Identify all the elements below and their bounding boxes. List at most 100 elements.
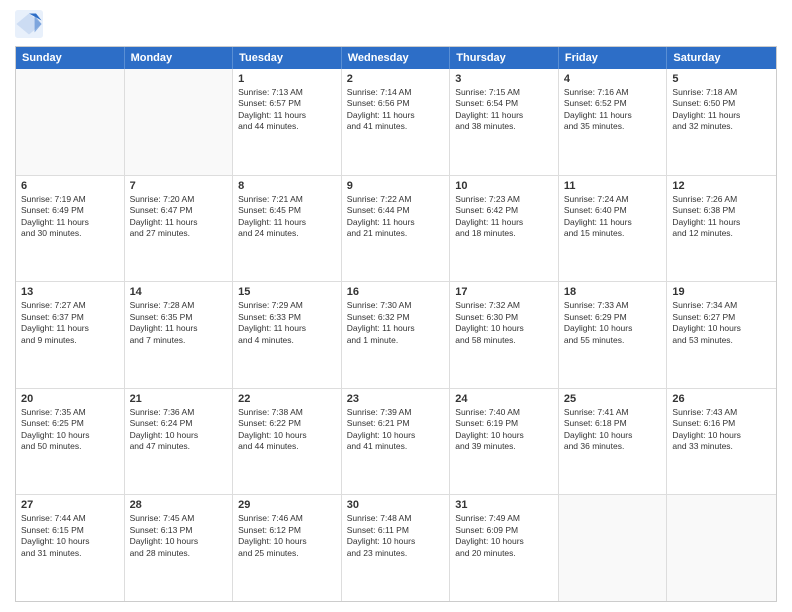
cell-info-line: Sunset: 6:57 PM xyxy=(238,98,336,109)
cell-info-line: Daylight: 10 hours xyxy=(21,536,119,547)
cell-info-line: and 50 minutes. xyxy=(21,441,119,452)
cell-info-line: and 30 minutes. xyxy=(21,228,119,239)
cell-info-line: and 7 minutes. xyxy=(130,335,228,346)
day-number: 12 xyxy=(672,180,771,192)
day-number: 20 xyxy=(21,393,119,405)
cell-info-line: Sunrise: 7:22 AM xyxy=(347,194,445,205)
day-number: 21 xyxy=(130,393,228,405)
day-cell-1: 1Sunrise: 7:13 AMSunset: 6:57 PMDaylight… xyxy=(233,69,342,175)
cell-info-line: Sunrise: 7:44 AM xyxy=(21,513,119,524)
day-number: 22 xyxy=(238,393,336,405)
empty-cell xyxy=(559,495,668,601)
cell-info-line: Sunrise: 7:39 AM xyxy=(347,407,445,418)
day-cell-21: 21Sunrise: 7:36 AMSunset: 6:24 PMDayligh… xyxy=(125,389,234,495)
cell-info-line: and 32 minutes. xyxy=(672,121,771,132)
day-number: 8 xyxy=(238,180,336,192)
calendar-row-5: 27Sunrise: 7:44 AMSunset: 6:15 PMDayligh… xyxy=(16,494,776,601)
calendar-row-4: 20Sunrise: 7:35 AMSunset: 6:25 PMDayligh… xyxy=(16,388,776,495)
cell-info-line: and 44 minutes. xyxy=(238,441,336,452)
cell-info-line: Sunset: 6:37 PM xyxy=(21,312,119,323)
cell-info-line: Daylight: 11 hours xyxy=(238,110,336,121)
cell-info-line: Sunset: 6:30 PM xyxy=(455,312,553,323)
cell-info-line: Sunrise: 7:41 AM xyxy=(564,407,662,418)
cell-info-line: Sunrise: 7:46 AM xyxy=(238,513,336,524)
day-number: 5 xyxy=(672,73,771,85)
cell-info-line: Sunrise: 7:38 AM xyxy=(238,407,336,418)
logo-icon xyxy=(15,10,43,38)
cell-info-line: Daylight: 11 hours xyxy=(347,323,445,334)
day-number: 29 xyxy=(238,499,336,511)
cell-info-line: Sunset: 6:38 PM xyxy=(672,205,771,216)
cell-info-line: Sunrise: 7:15 AM xyxy=(455,87,553,98)
cell-info-line: Sunset: 6:09 PM xyxy=(455,525,553,536)
day-cell-7: 7Sunrise: 7:20 AMSunset: 6:47 PMDaylight… xyxy=(125,176,234,282)
cell-info-line: Sunrise: 7:21 AM xyxy=(238,194,336,205)
cell-info-line: Sunset: 6:35 PM xyxy=(130,312,228,323)
day-number: 26 xyxy=(672,393,771,405)
header-day-thursday: Thursday xyxy=(450,47,559,69)
cell-info-line: Daylight: 10 hours xyxy=(455,536,553,547)
header xyxy=(15,10,777,38)
page: SundayMondayTuesdayWednesdayThursdayFrid… xyxy=(0,0,792,612)
day-cell-9: 9Sunrise: 7:22 AMSunset: 6:44 PMDaylight… xyxy=(342,176,451,282)
cell-info-line: Daylight: 10 hours xyxy=(21,430,119,441)
day-number: 24 xyxy=(455,393,553,405)
cell-info-line: Daylight: 10 hours xyxy=(130,430,228,441)
cell-info-line: Sunrise: 7:27 AM xyxy=(21,300,119,311)
cell-info-line: Sunrise: 7:36 AM xyxy=(130,407,228,418)
cell-info-line: Sunset: 6:27 PM xyxy=(672,312,771,323)
cell-info-line: Sunset: 6:18 PM xyxy=(564,418,662,429)
cell-info-line: Daylight: 10 hours xyxy=(347,536,445,547)
day-cell-25: 25Sunrise: 7:41 AMSunset: 6:18 PMDayligh… xyxy=(559,389,668,495)
cell-info-line: Daylight: 11 hours xyxy=(347,217,445,228)
cell-info-line: Daylight: 10 hours xyxy=(564,323,662,334)
cell-info-line: and 55 minutes. xyxy=(564,335,662,346)
cell-info-line: Daylight: 11 hours xyxy=(455,217,553,228)
calendar-body: 1Sunrise: 7:13 AMSunset: 6:57 PMDaylight… xyxy=(16,69,776,601)
cell-info-line: Sunrise: 7:34 AM xyxy=(672,300,771,311)
day-number: 15 xyxy=(238,286,336,298)
day-cell-5: 5Sunrise: 7:18 AMSunset: 6:50 PMDaylight… xyxy=(667,69,776,175)
logo xyxy=(15,10,47,38)
day-cell-4: 4Sunrise: 7:16 AMSunset: 6:52 PMDaylight… xyxy=(559,69,668,175)
day-number: 19 xyxy=(672,286,771,298)
cell-info-line: Sunset: 6:32 PM xyxy=(347,312,445,323)
day-cell-2: 2Sunrise: 7:14 AMSunset: 6:56 PMDaylight… xyxy=(342,69,451,175)
day-number: 4 xyxy=(564,73,662,85)
day-number: 17 xyxy=(455,286,553,298)
cell-info-line: and 36 minutes. xyxy=(564,441,662,452)
day-cell-24: 24Sunrise: 7:40 AMSunset: 6:19 PMDayligh… xyxy=(450,389,559,495)
day-number: 13 xyxy=(21,286,119,298)
cell-info-line: and 31 minutes. xyxy=(21,548,119,559)
cell-info-line: Daylight: 11 hours xyxy=(21,323,119,334)
day-cell-6: 6Sunrise: 7:19 AMSunset: 6:49 PMDaylight… xyxy=(16,176,125,282)
cell-info-line: and 33 minutes. xyxy=(672,441,771,452)
cell-info-line: Sunrise: 7:13 AM xyxy=(238,87,336,98)
day-cell-3: 3Sunrise: 7:15 AMSunset: 6:54 PMDaylight… xyxy=(450,69,559,175)
day-cell-22: 22Sunrise: 7:38 AMSunset: 6:22 PMDayligh… xyxy=(233,389,342,495)
day-number: 10 xyxy=(455,180,553,192)
day-cell-29: 29Sunrise: 7:46 AMSunset: 6:12 PMDayligh… xyxy=(233,495,342,601)
day-number: 27 xyxy=(21,499,119,511)
day-cell-8: 8Sunrise: 7:21 AMSunset: 6:45 PMDaylight… xyxy=(233,176,342,282)
cell-info-line: Sunset: 6:25 PM xyxy=(21,418,119,429)
cell-info-line: Sunrise: 7:23 AM xyxy=(455,194,553,205)
cell-info-line: Daylight: 10 hours xyxy=(238,430,336,441)
cell-info-line: Sunrise: 7:32 AM xyxy=(455,300,553,311)
cell-info-line: Sunrise: 7:30 AM xyxy=(347,300,445,311)
cell-info-line: Sunset: 6:45 PM xyxy=(238,205,336,216)
cell-info-line: Sunrise: 7:35 AM xyxy=(21,407,119,418)
cell-info-line: Sunset: 6:40 PM xyxy=(564,205,662,216)
cell-info-line: Sunset: 6:56 PM xyxy=(347,98,445,109)
empty-cell xyxy=(667,495,776,601)
cell-info-line: Sunrise: 7:20 AM xyxy=(130,194,228,205)
day-number: 16 xyxy=(347,286,445,298)
cell-info-line: Sunset: 6:12 PM xyxy=(238,525,336,536)
cell-info-line: Daylight: 10 hours xyxy=(672,323,771,334)
cell-info-line: Daylight: 10 hours xyxy=(672,430,771,441)
cell-info-line: and 41 minutes. xyxy=(347,441,445,452)
cell-info-line: and 23 minutes. xyxy=(347,548,445,559)
day-cell-26: 26Sunrise: 7:43 AMSunset: 6:16 PMDayligh… xyxy=(667,389,776,495)
cell-info-line: Sunset: 6:49 PM xyxy=(21,205,119,216)
calendar-row-1: 1Sunrise: 7:13 AMSunset: 6:57 PMDaylight… xyxy=(16,69,776,175)
